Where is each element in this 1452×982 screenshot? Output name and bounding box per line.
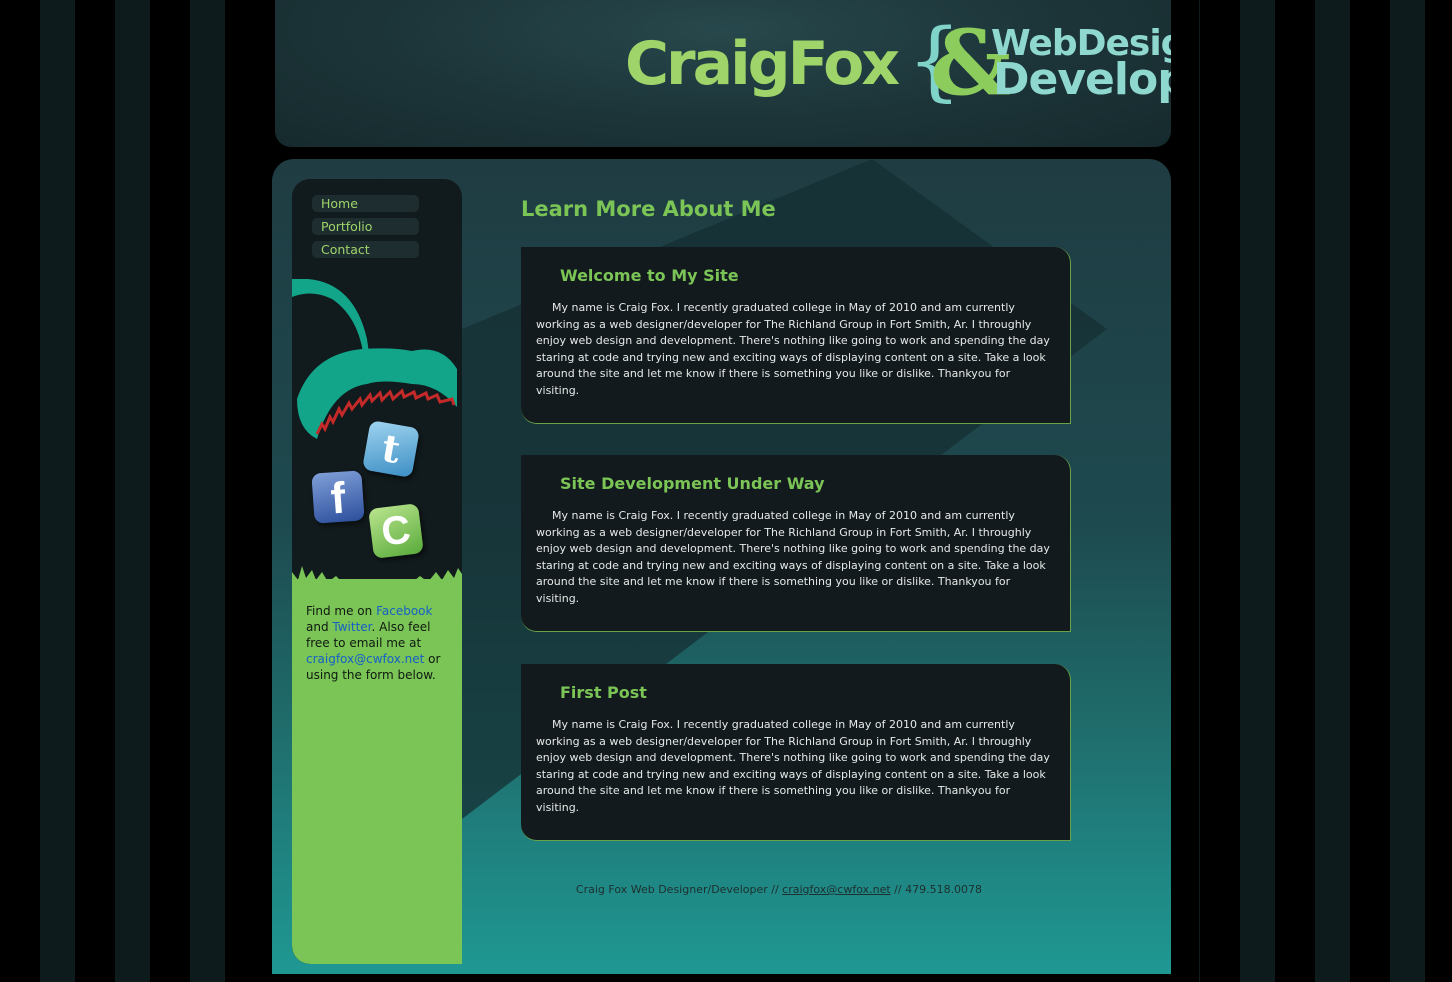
sidebar-contact-text: Find me on Facebook and Twitter. Also fe… [306,603,454,683]
logo-tagline-developer: Developer [993,54,1171,105]
logo-name: CraigFox [625,29,900,99]
facebook-icon[interactable]: f [311,470,365,524]
twitter-link[interactable]: Twitter [332,620,371,634]
footer-email-link[interactable]: craigfox@cwfox.net [782,883,891,896]
post-title: Welcome to My Site [560,266,739,285]
post-title: Site Development Under Way [560,474,825,493]
email-link[interactable]: craigfox@cwfox.net [306,652,424,666]
grass-decoration [292,566,462,596]
post-body: My name is Craig Fox. I recently graduat… [536,718,1050,814]
find-me-text: Find me on [306,604,377,618]
nav-home[interactable]: Home [312,195,419,212]
post-card: First Post My name is Craig Fox. I recen… [521,664,1071,841]
footer: Craig Fox Web Designer/Developer // crai… [272,883,1286,896]
post-card: Site Development Under Way My name is Cr… [521,455,1071,632]
post-body: My name is Craig Fox. I recently graduat… [536,301,1050,397]
post-card: Welcome to My Site My name is Craig Fox.… [521,247,1071,424]
site-header: CraigFox { & WebDesigner Developer } [275,0,1171,147]
footer-phone: // 479.518.0078 [890,883,983,896]
main-nav: Home Portfolio Contact [312,195,419,264]
twitter-icon[interactable]: t [362,420,420,478]
post-title: First Post [560,683,647,702]
footer-prefix: Craig Fox Web Designer/Developer // [575,883,783,896]
and-text: and [306,620,333,634]
sidebar: Home Portfolio Contact t f C Find me on … [292,179,462,964]
cwfox-icon[interactable]: C [368,503,424,559]
nav-portfolio[interactable]: Portfolio [312,218,419,235]
post-body: My name is Craig Fox. I recently graduat… [536,509,1050,605]
nav-contact[interactable]: Contact [312,241,419,258]
facebook-link[interactable]: Facebook [376,604,432,618]
page-title: Learn More About Me [521,197,776,221]
